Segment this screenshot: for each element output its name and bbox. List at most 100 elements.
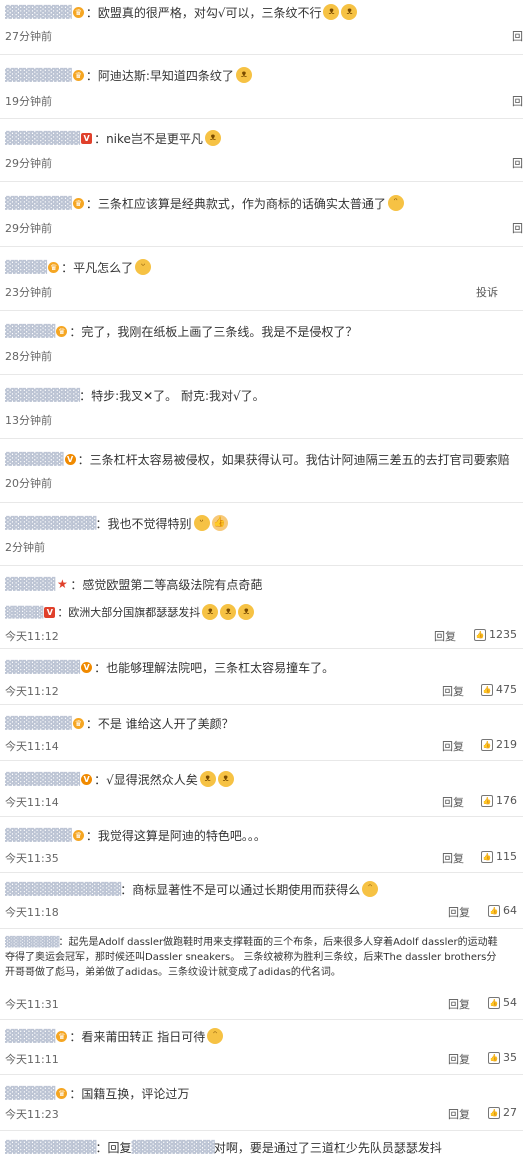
username[interactable]: ▓▓▓▓▓▓▓▓▓▓▓ [5,516,97,530]
crown-icon: ♛ [72,6,84,18]
like-button[interactable]: 👍 27 [488,1106,517,1119]
cat-face-icon: ᴥ [220,604,237,620]
reply-button[interactable]: 回 [512,28,523,44]
reply-row: ▓▓▓▓▓▓▓▓ ♛ ：不是 谁给这人开了美颜？ 今天11:14 回复 👍 21… [0,705,523,761]
thumbs-up-icon: 👍 [488,996,500,1009]
comment-row: ▓▓▓▓▓▓▓▓ ♛ ：三条杠应该算是经典款式，作为商标的话确实太普通了 ᵔ 2… [0,182,523,247]
like-button[interactable]: 👍 1235 [474,628,517,641]
username[interactable]: ▓▓▓▓▓▓▓▓ [5,68,72,82]
mention-username[interactable]: ▓▓▓▓▓▓▓▓▓▓ [132,1140,215,1154]
comment-text: ：我也不觉得特别 [95,516,192,531]
reply-row: ▓▓▓▓▓▓▓▓▓▓▓ ：回复 ▓▓▓▓▓▓▓▓▓▓ 对啊，要是通过了三道杠少先… [0,1131,523,1162]
verified-v-icon: V [81,661,93,673]
username[interactable]: ▓▓▓▓▓▓▓▓ [5,828,72,842]
timestamp: 今天11:11 [5,1053,59,1066]
reply-button[interactable]: 回复 [442,794,464,810]
like-button[interactable]: 👍 64 [488,904,517,917]
like-button[interactable]: 👍 475 [481,683,517,696]
like-count: 54 [503,996,517,1009]
reply-button[interactable]: 回复 [448,1051,470,1067]
username[interactable]: ▓▓▓▓▓ [5,260,47,274]
reply-button[interactable]: 回复 [442,738,464,754]
comment-text: ：√显得泯然众人矣 [94,772,198,787]
username[interactable]: ▓▓▓▓▓▓▓▓▓ [5,772,80,786]
username[interactable]: ▓▓▓▓▓▓ [5,324,55,338]
star-icon: ★ [56,576,68,591]
report-button[interactable]: 投诉 [476,284,498,300]
username[interactable]: ▓▓▓▓▓▓▓▓ [5,5,72,19]
verified-v-icon: V [64,453,76,465]
comment-text: 对啊，要是通过了三道杠少先队员瑟瑟发抖 [213,1140,442,1155]
reply-button[interactable]: 回 [512,220,523,236]
comment-text: ：我觉得这算是阿迪的特色吧。。。 [85,828,266,843]
reply-row: ▓▓▓▓▓▓ ♛ ：国籍互换，评论过万 今天11:23 回复 👍 27 [0,1075,523,1131]
username[interactable]: ▓▓▓▓▓▓▓▓ [5,716,72,730]
comment-text: ：三条杠杆太容易被侵权，如果获得认可。我估计阿迪隔三差五的去打官司要索赔 [77,452,510,467]
long-comment-text: ▓▓▓▓▓▓▓▓：起先是Adolf dassler做跑鞋时用来支撑鞋面的三个布条… [5,937,498,978]
reply-button[interactable]: 回复 [442,683,464,699]
username[interactable]: ▓▓▓▓▓▓▓▓ [5,196,72,210]
comment-text: ：感觉欧盟第二等高级法院有点奇葩 [70,577,263,592]
thumbs-up-icon: 👍 [488,1051,500,1064]
timestamp: 今天11:31 [5,998,59,1011]
thumbs-up-icon: 👍 [488,1106,500,1119]
grin-face-icon: ᵕ [135,259,152,275]
reply-button[interactable]: 回 [512,155,523,171]
crown-icon: ♛ [48,261,60,273]
username[interactable]: ▓▓▓▓▓▓▓▓▓ [5,388,80,402]
reply-button[interactable]: 回 [512,93,523,109]
username[interactable]: ▓▓▓▓▓▓▓▓▓ [5,131,80,145]
like-count: 64 [503,904,517,917]
crown-icon: ♛ [72,829,84,841]
verified-badge-icon: V [44,606,56,618]
reply-row: ▓▓▓▓▓▓▓▓▓▓▓▓▓▓ ：商标显著性不是可以通过长期使用而获得么 ᵔ 今天… [0,873,523,929]
reply-button[interactable]: 回复 [434,628,456,644]
reply-row: ▓▓▓▓▓▓ ♛ ：看来莆田转正 指日可待 ᵔ 今天11:11 回复 👍 35 [0,1020,523,1075]
like-button[interactable]: 👍 176 [481,794,517,807]
verified-badge-icon: V [81,132,93,144]
comment-text: ：看来莆田转正 指日可待 [69,1029,206,1044]
thumbs-up-icon: 👍 [481,850,493,863]
comment-row: ▓▓▓▓▓ ♛ ：平凡怎么了 ᵕ 23分钟前 投诉 [0,247,523,311]
reply-button[interactable]: 回复 [448,904,470,920]
laugh-face-icon: ᵔ [362,881,379,897]
comment-row: ▓▓▓▓▓▓▓▓▓▓▓ ：我也不觉得特别 ᵕ 👍 2分钟前 [0,503,523,566]
username[interactable]: ▓▓▓▓▓▓ [5,577,55,591]
comment-text: ：nike岂不是更平凡 [94,131,203,146]
comment-row: ▓▓▓▓▓▓▓▓▓ V ：nike岂不是更平凡 ᴥ 29分钟前 回 [0,119,523,182]
reply-prefix: ：回复 [95,1140,132,1155]
laugh-face-icon: ᵔ [387,195,404,211]
verified-v-icon: V [81,773,93,785]
reply-button[interactable]: 回复 [448,996,470,1012]
username[interactable]: ▓▓▓▓▓▓▓▓▓▓▓▓▓▓ [5,882,121,896]
timestamp: 29分钟前 [5,222,52,235]
like-count: 1235 [489,628,517,641]
like-count: 115 [496,850,517,863]
comment-row: ▓▓▓▓▓▓▓ V ：三条杠杆太容易被侵权，如果获得认可。我估计阿迪隔三差五的去… [0,439,523,503]
timestamp: 今天11:23 [5,1108,59,1121]
timestamp: 2分钟前 [5,541,45,554]
comment-row: ▓▓▓▓▓▓▓▓ ♛ ：阿迪达斯:早知道四条纹了 ᴥ 19分钟前 回 [0,55,523,119]
username[interactable]: ▓▓▓▓▓▓▓▓ [5,937,60,948]
reply-row: ▓▓▓▓▓▓▓▓▓ V ：也能够理解法院吧，三条杠太容易撞车了。 今天11:12… [0,649,523,705]
timestamp: 20分钟前 [5,477,52,490]
reply-button[interactable]: 回复 [448,1106,470,1122]
like-button[interactable]: 👍 35 [488,1051,517,1064]
cat-face-icon: ᴥ [217,771,234,787]
username[interactable]: ▓▓▓▓▓▓▓▓▓ [5,660,80,674]
username[interactable]: ▓▓▓▓▓▓▓ [5,452,64,466]
like-button[interactable]: 👍 115 [481,850,517,863]
username[interactable]: ▓▓▓▓▓▓ [5,1029,55,1043]
like-button[interactable]: 👍 219 [481,738,517,751]
reply-row: ▓▓▓▓▓▓▓▓▓ V ：√显得泯然众人矣 ᴥ ᴥ 今天11:14 回复 👍 1… [0,761,523,817]
username[interactable]: ▓▓▓▓▓▓ [5,1086,55,1100]
timestamp: 今天11:14 [5,796,59,809]
cat-face-icon: ᴥ [204,130,221,146]
comment-text: ：商标显著性不是可以通过长期使用而获得么 [120,882,361,897]
comment-text: ：也能够理解法院吧，三条杠太容易撞车了。 [94,660,335,675]
comment-text: ：欧盟真的很严格，对勾√可以，三条纹不行 [85,5,322,20]
reply-button[interactable]: 回复 [442,850,464,866]
username[interactable]: ▓▓▓▓▓ [5,606,43,619]
like-button[interactable]: 👍 54 [488,996,517,1009]
username[interactable]: ▓▓▓▓▓▓▓▓▓▓▓ [5,1140,97,1154]
